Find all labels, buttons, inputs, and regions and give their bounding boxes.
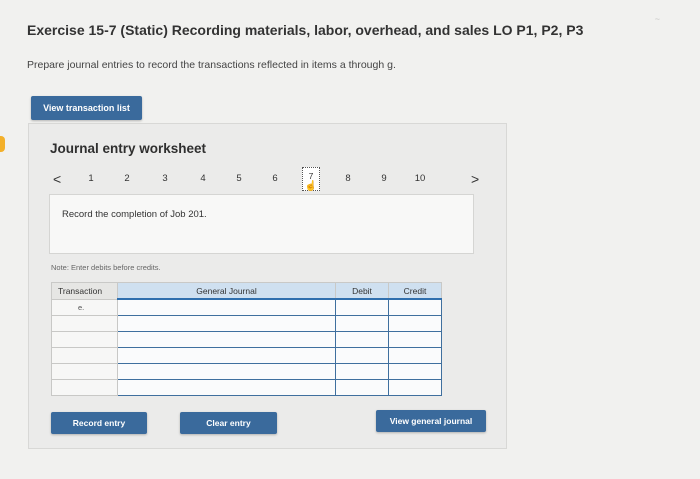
table-row [51, 379, 442, 396]
credit-input[interactable] [388, 315, 442, 332]
page-2[interactable]: 2 [119, 173, 135, 184]
page-6[interactable]: 6 [267, 173, 283, 184]
general-journal-column-header: General Journal [117, 282, 336, 300]
hand-pointer-icon: ☝ [304, 181, 318, 192]
instructions-text: Prepare journal entries to record the tr… [27, 59, 396, 71]
page-9[interactable]: 9 [376, 173, 392, 184]
account-input[interactable] [117, 363, 336, 380]
side-tab[interactable] [0, 136, 5, 152]
account-input[interactable] [117, 347, 336, 364]
record-entry-button[interactable]: Record entry [51, 412, 147, 434]
entry-note: Note: Enter debits before credits. [51, 263, 161, 272]
debit-input[interactable] [335, 347, 389, 364]
corner-mark: ~ [654, 14, 660, 24]
transaction-column-header: Transaction [51, 282, 118, 300]
page-1[interactable]: 1 [83, 173, 99, 184]
debit-input[interactable] [335, 379, 389, 396]
table-row [51, 315, 442, 332]
entry-pager: < 1 2 3 4 5 6 7 ☝ 8 9 10 > [51, 166, 491, 192]
transaction-cell [51, 315, 118, 332]
account-input[interactable] [117, 315, 336, 332]
credit-input[interactable] [388, 379, 442, 396]
transaction-cell [51, 347, 118, 364]
account-input[interactable] [117, 298, 336, 316]
page-3[interactable]: 3 [157, 173, 173, 184]
account-input[interactable] [117, 331, 336, 348]
account-input[interactable] [117, 379, 336, 396]
page-10[interactable]: 10 [412, 173, 428, 184]
debit-input[interactable] [335, 298, 389, 316]
journal-entry-table: Transaction General Journal Debit Credit… [51, 282, 442, 396]
view-general-journal-button[interactable]: View general journal [376, 410, 486, 432]
debit-input[interactable] [335, 363, 389, 380]
debit-column-header: Debit [335, 282, 389, 300]
clear-entry-button[interactable]: Clear entry [180, 412, 277, 434]
chevron-right-icon[interactable]: > [471, 171, 479, 187]
transaction-cell [51, 331, 118, 348]
credit-column-header: Credit [388, 282, 442, 300]
table-row: e. [51, 298, 442, 316]
page-8[interactable]: 8 [340, 173, 356, 184]
page-title: Exercise 15-7 (Static) Recording materia… [27, 22, 584, 38]
credit-input[interactable] [388, 331, 442, 348]
transaction-description-box: Record the completion of Job 201. [49, 194, 474, 254]
transaction-cell [51, 363, 118, 380]
transaction-description: Record the completion of Job 201. [62, 209, 207, 220]
journal-worksheet-panel: Journal entry worksheet < 1 2 3 4 5 6 7 … [28, 123, 507, 449]
table-row [51, 331, 442, 348]
table-header-row: Transaction General Journal Debit Credit [51, 282, 442, 300]
credit-input[interactable] [388, 298, 442, 316]
table-row [51, 363, 442, 380]
debit-input[interactable] [335, 331, 389, 348]
credit-input[interactable] [388, 363, 442, 380]
worksheet-title: Journal entry worksheet [50, 141, 207, 156]
view-transaction-list-button[interactable]: View transaction list [31, 96, 142, 120]
credit-input[interactable] [388, 347, 442, 364]
page-5[interactable]: 5 [231, 173, 247, 184]
page-7-label: 7 [308, 171, 314, 181]
chevron-left-icon[interactable]: < [53, 171, 61, 187]
transaction-cell [51, 379, 118, 396]
transaction-cell: e. [51, 298, 118, 316]
table-row [51, 347, 442, 364]
page-4[interactable]: 4 [195, 173, 211, 184]
debit-input[interactable] [335, 315, 389, 332]
page-7-active[interactable]: 7 ☝ [302, 167, 320, 192]
